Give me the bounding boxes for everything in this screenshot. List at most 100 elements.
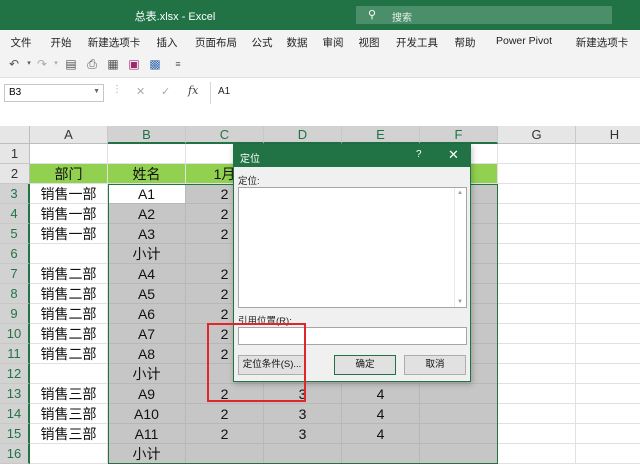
table-icon[interactable]: ▦ <box>105 56 121 72</box>
scroll-up-icon[interactable]: ▲ <box>457 190 463 196</box>
goto-listbox[interactable]: ▲ ▼ <box>238 187 467 308</box>
cell-a6[interactable] <box>30 244 108 264</box>
cell-b6[interactable]: 小计 <box>108 244 186 264</box>
row-header-7[interactable]: 7 <box>0 264 30 284</box>
row-header-8[interactable]: 8 <box>0 284 30 304</box>
cell-d13[interactable]: 3 <box>264 384 342 404</box>
column-header-d[interactable]: D <box>264 126 342 144</box>
cell-a11[interactable]: 销售二部 <box>30 344 108 364</box>
cell-a16[interactable] <box>30 444 108 464</box>
cell-h7[interactable] <box>576 264 640 284</box>
ribbon-tab[interactable]: 新建选项卡 <box>564 30 640 52</box>
cell-f13[interactable] <box>420 384 498 404</box>
row-header-13[interactable]: 13 <box>0 384 30 404</box>
cell-b1[interactable] <box>108 144 186 164</box>
cell-a5[interactable]: 销售一部 <box>30 224 108 244</box>
row-header-5[interactable]: 5 <box>0 224 30 244</box>
cell-f16[interactable] <box>420 444 498 464</box>
ribbon-tab[interactable]: 开始 <box>42 30 80 52</box>
cell-g12[interactable] <box>498 364 576 384</box>
row-header-6[interactable]: 6 <box>0 244 30 264</box>
undo-icon[interactable]: ↶ <box>6 56 22 72</box>
cell-e13[interactable]: 4 <box>342 384 420 404</box>
column-header-h[interactable]: H <box>576 126 640 144</box>
cell-h3[interactable] <box>576 184 640 204</box>
column-header-g[interactable]: G <box>498 126 576 144</box>
row-header-2[interactable]: 2 <box>0 164 30 184</box>
cell-b3[interactable]: A1 <box>108 184 186 204</box>
row-header-11[interactable]: 11 <box>0 344 30 364</box>
cell-b7[interactable]: A4 <box>108 264 186 284</box>
cell-a3[interactable]: 销售一部 <box>30 184 108 204</box>
cell-b5[interactable]: A3 <box>108 224 186 244</box>
cell-g5[interactable] <box>498 224 576 244</box>
save-icon[interactable]: ▣ <box>126 56 142 72</box>
cell-b10[interactable]: A7 <box>108 324 186 344</box>
cell-g9[interactable] <box>498 304 576 324</box>
cell-b14[interactable]: A10 <box>108 404 186 424</box>
cell-a12[interactable] <box>30 364 108 384</box>
cell-g1[interactable] <box>498 144 576 164</box>
column-header-c[interactable]: C <box>186 126 264 144</box>
insert-function-icon[interactable]: fx <box>188 84 198 97</box>
name-box-dropdown-icon[interactable]: ▼ <box>93 88 100 95</box>
column-header-a[interactable]: A <box>30 126 108 144</box>
cell-g3[interactable] <box>498 184 576 204</box>
cell-h9[interactable] <box>576 304 640 324</box>
cell-g8[interactable] <box>498 284 576 304</box>
cell-b13[interactable]: A9 <box>108 384 186 404</box>
cell-b2[interactable]: 姓名 <box>108 164 186 184</box>
cell-a7[interactable]: 销售二部 <box>30 264 108 284</box>
row-header-14[interactable]: 14 <box>0 404 30 424</box>
cell-g10[interactable] <box>498 324 576 344</box>
cell-a9[interactable]: 销售二部 <box>30 304 108 324</box>
row-header-15[interactable]: 15 <box>0 424 30 444</box>
cell-g4[interactable] <box>498 204 576 224</box>
cell-b15[interactable]: A11 <box>108 424 186 444</box>
cell-g16[interactable] <box>498 444 576 464</box>
cell-g2[interactable] <box>498 164 576 184</box>
ribbon-tab[interactable]: 公式 <box>246 30 278 52</box>
cell-d14[interactable]: 3 <box>264 404 342 424</box>
cell-h16[interactable] <box>576 444 640 464</box>
cell-h4[interactable] <box>576 204 640 224</box>
ribbon-tab[interactable]: 帮助 <box>446 30 484 52</box>
cell-a13[interactable]: 销售三部 <box>30 384 108 404</box>
cell-h13[interactable] <box>576 384 640 404</box>
row-header-1[interactable]: 1 <box>0 144 30 164</box>
confirm-entry-icon[interactable]: ✓ <box>161 85 170 98</box>
cell-c15[interactable]: 2 <box>186 424 264 444</box>
cell-a4[interactable]: 销售一部 <box>30 204 108 224</box>
cell-h8[interactable] <box>576 284 640 304</box>
row-header-4[interactable]: 4 <box>0 204 30 224</box>
cell-b4[interactable]: A2 <box>108 204 186 224</box>
ribbon-tab[interactable]: 文件 <box>0 30 42 52</box>
cell-f14[interactable] <box>420 404 498 424</box>
form-icon[interactable]: ▤ <box>63 56 79 72</box>
goto-special-button[interactable]: 定位条件(S)... <box>238 355 306 375</box>
row-header-9[interactable]: 9 <box>0 304 30 324</box>
cell-e16[interactable] <box>342 444 420 464</box>
search-box[interactable]: ⚲ 搜索 <box>356 6 612 24</box>
row-header-3[interactable]: 3 <box>0 184 30 204</box>
ok-button[interactable]: 确定 <box>334 355 396 375</box>
row-header-10[interactable]: 10 <box>0 324 30 344</box>
cell-d16[interactable] <box>264 444 342 464</box>
cancel-button[interactable]: 取消 <box>404 355 466 375</box>
ribbon-tab[interactable]: 视图 <box>350 30 388 52</box>
formula-input[interactable]: A1 <box>218 86 230 97</box>
grid-view-icon[interactable]: ▩ <box>147 56 163 72</box>
cell-h1[interactable] <box>576 144 640 164</box>
column-header-b[interactable]: B <box>108 126 186 144</box>
reference-input[interactable] <box>238 327 467 345</box>
cell-b9[interactable]: A6 <box>108 304 186 324</box>
cell-g6[interactable] <box>498 244 576 264</box>
cell-b11[interactable]: A8 <box>108 344 186 364</box>
cell-h11[interactable] <box>576 344 640 364</box>
name-box[interactable]: B3 ▼ <box>4 84 104 102</box>
ribbon-tab[interactable]: 插入 <box>148 30 186 52</box>
cell-a14[interactable]: 销售三部 <box>30 404 108 424</box>
ribbon-tab[interactable]: 新建选项卡 <box>80 30 148 52</box>
cell-g15[interactable] <box>498 424 576 444</box>
cell-a2[interactable]: 部门 <box>30 164 108 184</box>
